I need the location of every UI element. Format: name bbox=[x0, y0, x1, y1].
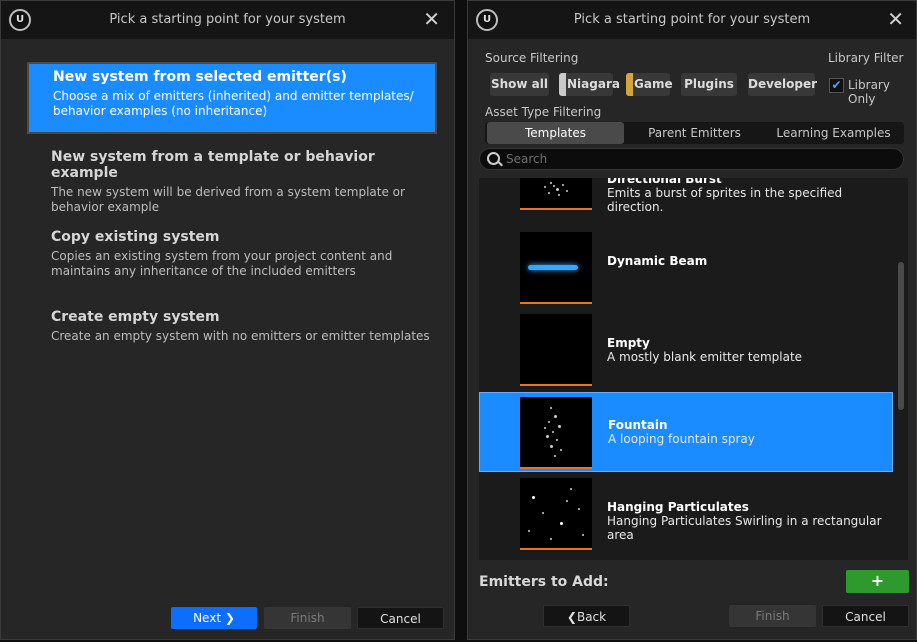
asset-name: Dynamic Beam bbox=[607, 254, 708, 268]
emitters-to-add-label: Emitters to Add: bbox=[479, 574, 609, 590]
thumbnail-accent-bar bbox=[520, 302, 592, 304]
option-title: New system from selected emitter(s) bbox=[53, 69, 347, 85]
search-box[interactable] bbox=[479, 148, 904, 170]
cancel-button[interactable]: Cancel bbox=[822, 605, 909, 627]
library-only-checkbox[interactable]: ✔ bbox=[829, 78, 844, 93]
asset-name: Directional Burst bbox=[607, 178, 722, 186]
option-title: Copy existing system bbox=[51, 229, 220, 245]
asset-name: Empty bbox=[607, 336, 650, 350]
option-desc: behavior example bbox=[51, 200, 160, 214]
list-item-dynamic-beam[interactable]: Dynamic Beam bbox=[479, 232, 893, 312]
chip-plugins[interactable]: Plugins bbox=[681, 73, 737, 96]
asset-list: Directional Burst Emits a burst of sprit… bbox=[479, 178, 908, 560]
asset-thumbnail bbox=[520, 232, 592, 304]
chip-label: Plugins bbox=[684, 77, 734, 91]
asset-thumbnail bbox=[520, 178, 592, 210]
chip-niagara[interactable]: Niagara bbox=[559, 73, 620, 96]
option-title: New system from a template or behavior e… bbox=[51, 149, 375, 181]
chip-color-swatch bbox=[626, 73, 633, 96]
thumbnail-accent-bar bbox=[520, 467, 592, 469]
left-wizard-window: U Pick a starting point for your system … bbox=[0, 0, 455, 640]
asset-description: Hanging Particulates Swirling in a recta… bbox=[607, 514, 882, 542]
search-input[interactable] bbox=[506, 151, 886, 167]
asset-type-label: Asset Type Filtering bbox=[485, 105, 602, 119]
finish-button[interactable]: Finish bbox=[264, 607, 351, 629]
close-icon[interactable]: ✕ bbox=[887, 8, 904, 30]
asset-name: Hanging Particulates bbox=[607, 500, 749, 514]
next-button[interactable]: Next ❯ bbox=[171, 607, 257, 629]
option-desc: maintains any inheritance of the include… bbox=[51, 264, 356, 278]
source-filtering-label: Source Filtering bbox=[485, 51, 579, 65]
asset-name: Fountain bbox=[608, 418, 668, 432]
library-only-label: Library Only bbox=[848, 78, 890, 106]
chip-game[interactable]: Game bbox=[626, 73, 673, 96]
chip-developer[interactable]: Developer bbox=[748, 73, 818, 96]
option-new-from-template[interactable]: New system from a template or behavior e… bbox=[27, 143, 437, 215]
chip-label: Niagara bbox=[567, 77, 620, 91]
asset-thumbnail bbox=[520, 478, 592, 550]
option-create-empty[interactable]: Create empty system Create an empty syst… bbox=[27, 303, 437, 375]
window-title: Pick a starting point for your system bbox=[109, 12, 346, 27]
asset-thumbnail bbox=[520, 397, 592, 469]
tab-parent-emitters[interactable]: Parent Emitters bbox=[626, 122, 763, 144]
library-filter-label: Library Filter bbox=[828, 51, 904, 65]
chip-label: Developer bbox=[748, 77, 818, 91]
list-item-empty[interactable]: Empty A mostly blank emitter template bbox=[479, 314, 893, 394]
list-item-fountain[interactable]: Fountain A looping fountain spray bbox=[479, 392, 893, 472]
option-new-from-emitters[interactable]: New system from selected emitter(s) Choo… bbox=[27, 62, 437, 134]
window-title: Pick a starting point for your system bbox=[573, 12, 811, 27]
option-desc: Copies an existing system from your proj… bbox=[51, 249, 393, 263]
title-bar: U Pick a starting point for your system … bbox=[1, 1, 454, 39]
option-desc: behavior examples (no inheritance) bbox=[53, 104, 268, 118]
asset-description: A looping fountain spray bbox=[608, 432, 755, 446]
asset-description: Emits a burst of sprites in the specifie… bbox=[607, 186, 843, 214]
chip-label: Game bbox=[634, 77, 673, 91]
asset-thumbnail bbox=[520, 314, 592, 386]
list-item-hanging-particulates[interactable]: Hanging Particulates Hanging Particulate… bbox=[479, 478, 893, 558]
close-icon[interactable]: ✕ bbox=[423, 8, 440, 30]
tab-templates[interactable]: Templates bbox=[487, 122, 624, 144]
asset-description: A mostly blank emitter template bbox=[607, 350, 803, 364]
option-copy-existing[interactable]: Copy existing system Copies an existing … bbox=[27, 223, 437, 295]
list-scrollbar[interactable] bbox=[898, 262, 904, 410]
back-button[interactable]: ❮Back bbox=[543, 605, 630, 627]
chip-show-all[interactable]: Show all bbox=[490, 73, 549, 96]
option-desc: Create an empty system with no emitters … bbox=[51, 329, 430, 343]
option-desc: Choose a mix of emitters (inherited) and… bbox=[53, 89, 414, 103]
thumbnail-accent-bar bbox=[520, 384, 592, 386]
cancel-button[interactable]: Cancel bbox=[357, 607, 444, 629]
search-icon bbox=[487, 152, 500, 165]
thumbnail-accent-bar bbox=[520, 208, 592, 210]
thumbnail-accent-bar bbox=[520, 548, 592, 550]
tab-learning-examples[interactable]: Learning Examples bbox=[765, 122, 902, 144]
chip-label: Show all bbox=[490, 77, 549, 91]
chip-color-swatch bbox=[559, 73, 566, 96]
finish-button[interactable]: Finish bbox=[729, 605, 816, 627]
title-bar: U Pick a starting point for your system … bbox=[468, 1, 916, 39]
add-emitter-button[interactable]: + bbox=[846, 570, 909, 593]
option-desc: The new system will be derived from a sy… bbox=[51, 185, 405, 199]
option-title: Create empty system bbox=[51, 309, 220, 325]
list-item-directional-burst[interactable]: Directional Burst Emits a burst of sprit… bbox=[479, 178, 893, 218]
